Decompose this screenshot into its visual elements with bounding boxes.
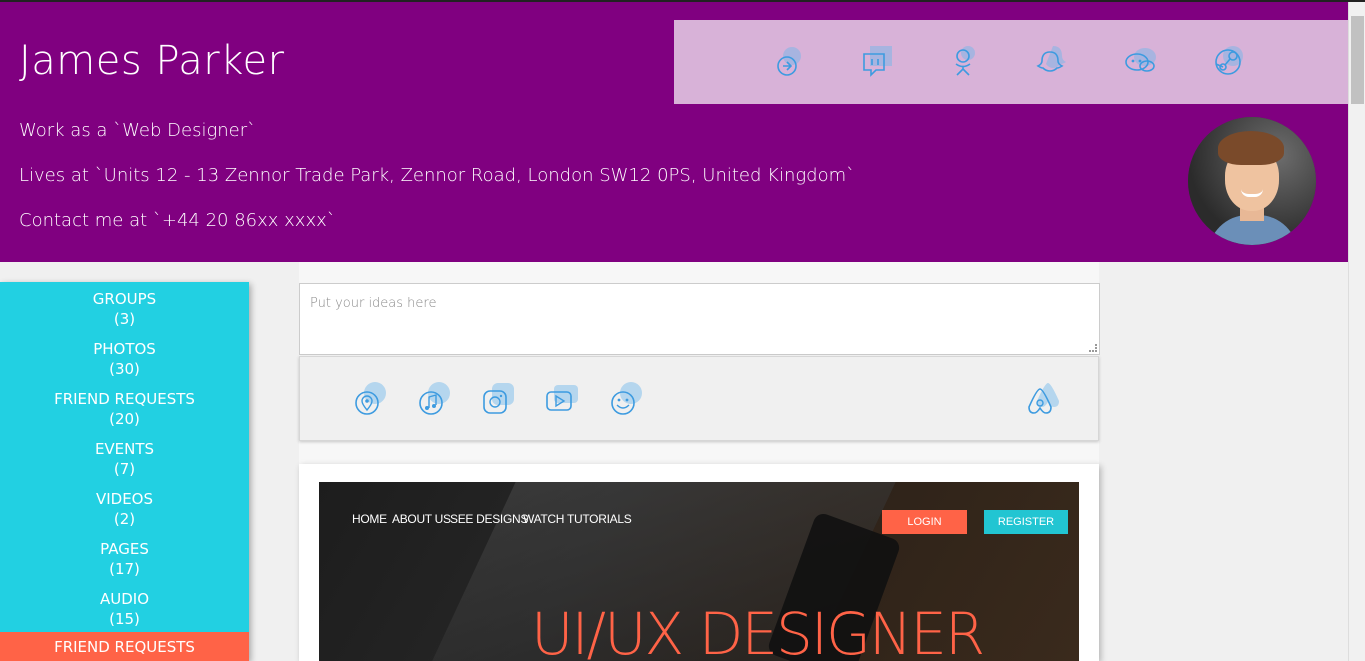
nav-about-us[interactable]: ABOUT US bbox=[392, 512, 451, 526]
wechat-icon[interactable] bbox=[1122, 42, 1160, 80]
sidebar-item-count: (3) bbox=[113, 310, 136, 328]
sidebar-item-groups[interactable]: GROUPS (3) bbox=[0, 289, 249, 329]
profile-sidebar: GROUPS (3) PHOTOS (30) FRIEND REQUESTS (20)… bbox=[0, 282, 249, 661]
sidebar-item-label: GROUPS bbox=[92, 290, 157, 308]
snapchat-icon[interactable] bbox=[1034, 42, 1072, 80]
sidebar-item-count: (2) bbox=[113, 510, 136, 528]
sidebar-item-label: VIDEOS bbox=[95, 490, 154, 508]
sidebar-item-audio[interactable]: AUDIO (15) bbox=[0, 589, 249, 629]
sidebar-item-label: PAGES bbox=[100, 540, 149, 558]
post-composer-input[interactable]: Put your ideas here bbox=[299, 283, 1100, 355]
sidebar-item-count: (20) bbox=[109, 410, 140, 428]
sidebar-item-count: (17) bbox=[109, 560, 140, 578]
sidebar-item-label: FRIEND REQUESTS bbox=[54, 390, 195, 408]
instagram-icon[interactable] bbox=[480, 379, 518, 417]
composer-placeholder: Put your ideas here bbox=[310, 296, 437, 311]
sidebar-item-videos[interactable]: VIDEOS (2) bbox=[0, 489, 249, 529]
hero-title: UI/UX DESIGNER bbox=[531, 600, 985, 661]
airbnb-icon[interactable] bbox=[1024, 379, 1062, 417]
sidebar-item-count: (15) bbox=[109, 610, 140, 628]
login-button[interactable]: LOGIN bbox=[882, 510, 967, 534]
sidebar-item-count: (7) bbox=[113, 460, 136, 478]
profile-work: Work as a `Web Designer` bbox=[19, 120, 257, 141]
sidebar-item-friend-requests[interactable]: FRIEND REQUESTS (20) bbox=[0, 389, 249, 429]
register-button[interactable]: REGISTER bbox=[984, 510, 1068, 534]
nav-home[interactable]: HOME bbox=[352, 512, 387, 526]
emoji-icon[interactable] bbox=[608, 379, 646, 417]
sidebar-item-pages[interactable]: PAGES (17) bbox=[0, 539, 249, 579]
sidebar-item-events[interactable]: EVENTS (7) bbox=[0, 439, 249, 479]
nav-watch-tutorials[interactable]: WATCH TUTORIALS bbox=[523, 512, 632, 526]
music-icon[interactable] bbox=[416, 379, 454, 417]
profile-name: James Parker bbox=[19, 38, 285, 84]
location-icon[interactable] bbox=[352, 379, 390, 417]
social-links-bar bbox=[674, 20, 1348, 104]
odnoklassniki-icon[interactable] bbox=[946, 42, 984, 80]
sidebar-item-label: AUDIO bbox=[99, 590, 150, 608]
composer-toolbar bbox=[299, 356, 1099, 441]
sidebar-item-count: (30) bbox=[109, 360, 140, 378]
scrollbar-thumb[interactable] bbox=[1351, 16, 1364, 104]
avatar[interactable] bbox=[1188, 117, 1316, 245]
twitch-icon[interactable] bbox=[858, 42, 896, 80]
nav-see-designs[interactable]: SEE DESIGNS bbox=[450, 512, 528, 526]
post-image[interactable]: HOME ABOUT US SEE DESIGNS WATCH TUTORIAL… bbox=[319, 482, 1079, 661]
blogger-icon[interactable] bbox=[772, 42, 810, 80]
steam-icon[interactable] bbox=[1210, 42, 1248, 80]
profile-address: Lives at `Units 12 - 13 Zennor Trade Par… bbox=[19, 165, 856, 186]
sidebar-item-label: EVENTS bbox=[94, 440, 155, 458]
profile-contact: Contact me at `+44 20 86xx xxxx` bbox=[19, 210, 336, 231]
resize-handle[interactable] bbox=[1089, 344, 1097, 352]
page-scrollbar[interactable] bbox=[1348, 2, 1365, 661]
video-icon[interactable] bbox=[544, 379, 582, 417]
sidebar-item-label: PHOTOS bbox=[93, 340, 156, 358]
sidebar-item-photos[interactable]: PHOTOS (30) bbox=[0, 339, 249, 379]
sidebar-item-friend-requests-active[interactable]: FRIEND REQUESTS bbox=[0, 632, 249, 661]
